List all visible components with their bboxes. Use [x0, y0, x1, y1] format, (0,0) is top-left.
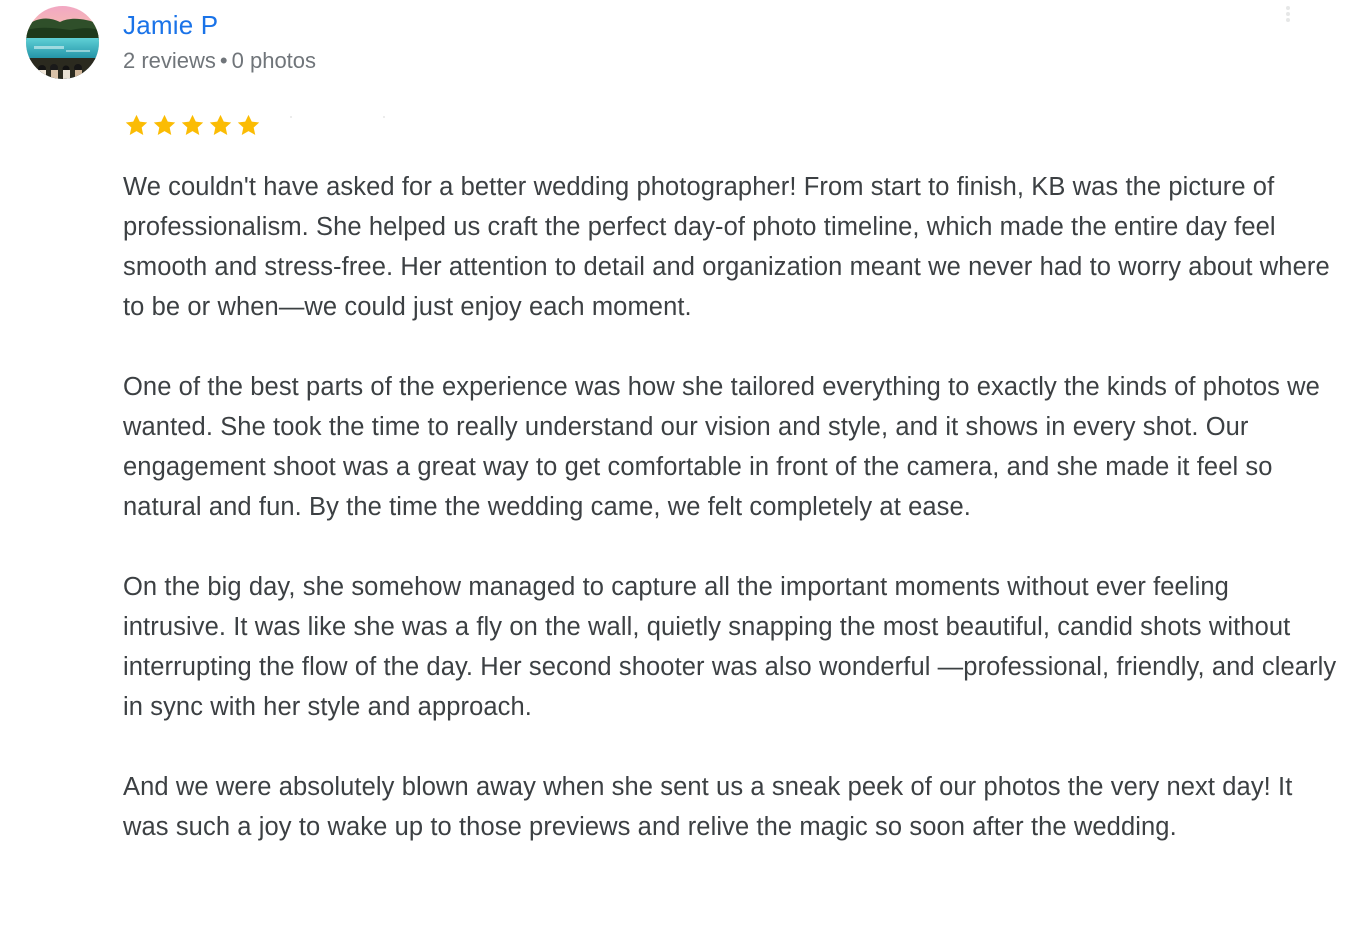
meta-separator: •: [219, 48, 228, 73]
star-rating: [123, 112, 263, 139]
avatar-landscape-icon: [26, 6, 99, 79]
reviewer-avatar[interactable]: [26, 6, 99, 79]
star-icon: [237, 114, 260, 135]
review-paragraph: One of the best parts of the experience …: [123, 373, 1320, 521]
review-paragraph: We couldn't have asked for a better wedd…: [123, 173, 1330, 321]
review-card: Jamie P 2 reviews • 0 photos We couldn't h…: [0, 0, 1346, 948]
reviewer-name-link[interactable]: Jamie P: [123, 8, 218, 42]
photos-count: 0 photos: [231, 48, 317, 73]
review-date-placeholder: [290, 116, 385, 136]
star-icon: [153, 114, 176, 135]
more-options-icon[interactable]: [1276, 2, 1300, 26]
review-paragraph: On the big day, she somehow managed to c…: [123, 573, 1337, 721]
star-icon: [209, 114, 232, 135]
reviewer-meta: 2 reviews • 0 photos: [123, 46, 316, 76]
review-body: We couldn't have asked for a better wedd…: [123, 167, 1338, 847]
star-icon: [181, 114, 204, 135]
reviews-count: 2 reviews: [123, 48, 216, 73]
review-paragraph: And we were absolutely blown away when s…: [123, 773, 1293, 841]
star-icon: [125, 114, 148, 135]
